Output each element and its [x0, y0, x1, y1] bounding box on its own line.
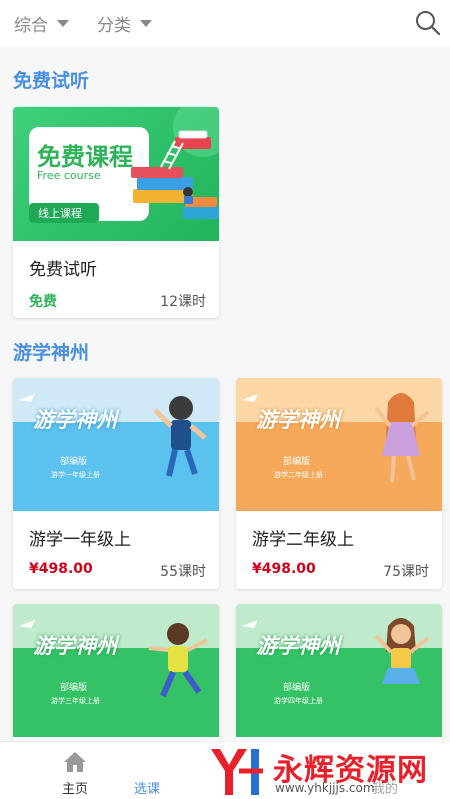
course-banner: 游学神州 部编版 游学二年级上册 — [236, 378, 442, 511]
kid-illustration — [242, 393, 430, 483]
course-edition: 部编版 — [283, 457, 311, 467]
course-grade-line: 游学一年级上册 — [51, 471, 100, 479]
free-banner-subtitle: Free course — [37, 169, 101, 182]
course-banner-title: 游学神州 — [33, 408, 117, 432]
free-banner-tag: 线上课程 — [38, 207, 82, 220]
course-title: 免费试听 — [29, 260, 97, 280]
filter-category-label: 分类 — [97, 16, 131, 36]
course-lessons: 75课时 — [383, 564, 429, 580]
course-edition: 部编版 — [283, 683, 311, 693]
course-card[interactable]: 游学神州 部编版 游学二年级上册 游学二年级上 ¥498.00 75课时 — [236, 378, 442, 589]
free-banner-title: 免费课程 — [37, 143, 133, 171]
course-price: ¥498.00 — [252, 561, 316, 577]
section-title-free: 免费试听 — [13, 70, 90, 92]
top-filter-bar: 综合 分类 — [0, 0, 450, 46]
watermark-url: www.yhkjjjs.com — [275, 781, 375, 795]
chevron-down-icon — [140, 20, 152, 27]
course-grade-line: 游学四年级上册 — [274, 697, 323, 705]
app-screen: 综合 分类 免费试听 免费课程 Free course 线上课程 免费试听 免费… — [0, 0, 450, 799]
course-banner: 游学神州 部编版 游学三年级上册 — [13, 604, 219, 737]
nav-courses-label: 选课 — [133, 782, 160, 797]
free-course-banner: 免费课程 Free course 线上课程 — [13, 107, 219, 241]
course-banner: 游学神州 部编版 游学一年级上册 — [13, 378, 219, 511]
course-banner-title: 游学神州 — [256, 408, 340, 432]
course-price: 免费 — [29, 294, 57, 310]
course-lessons: 55课时 — [160, 564, 206, 580]
course-edition: 部编版 — [60, 683, 88, 693]
search-icon[interactable] — [414, 9, 442, 37]
filter-comprehensive-label: 综合 — [14, 16, 48, 36]
course-lessons: 12课时 — [160, 294, 206, 310]
course-title: 游学二年级上 — [252, 530, 354, 550]
course-banner-title: 游学神州 — [256, 634, 340, 658]
course-card-free[interactable]: 免费课程 Free course 线上课程 免费试听 免费 12课时 — [13, 107, 219, 318]
course-title: 游学一年级上 — [29, 530, 131, 550]
kid-illustration — [19, 394, 207, 477]
course-card[interactable]: 游学神州 部编版 游学四年级上册 — [236, 604, 442, 744]
course-grade-line: 游学二年级上册 — [274, 471, 323, 479]
filter-comprehensive[interactable]: 综合 — [14, 11, 69, 36]
course-banner: 游学神州 部编版 游学四年级上册 — [236, 604, 442, 737]
course-banner-title: 游学神州 — [33, 634, 117, 658]
kid-illustration — [242, 618, 430, 684]
course-card[interactable]: 游学神州 部编版 游学一年级上册 游学一年级上 ¥498.00 55课时 — [13, 378, 219, 589]
filter-category[interactable]: 分类 — [97, 11, 152, 36]
course-price: ¥498.00 — [29, 561, 93, 577]
section-title-tour: 游学神州 — [13, 342, 90, 364]
kid-illustration — [19, 620, 208, 698]
chevron-down-icon — [57, 20, 69, 27]
home-icon — [64, 752, 86, 772]
course-grade-line: 游学三年级上册 — [51, 697, 100, 705]
course-card[interactable]: 游学神州 部编版 游学三年级上册 — [13, 604, 219, 744]
course-edition: 部编版 — [60, 457, 88, 467]
